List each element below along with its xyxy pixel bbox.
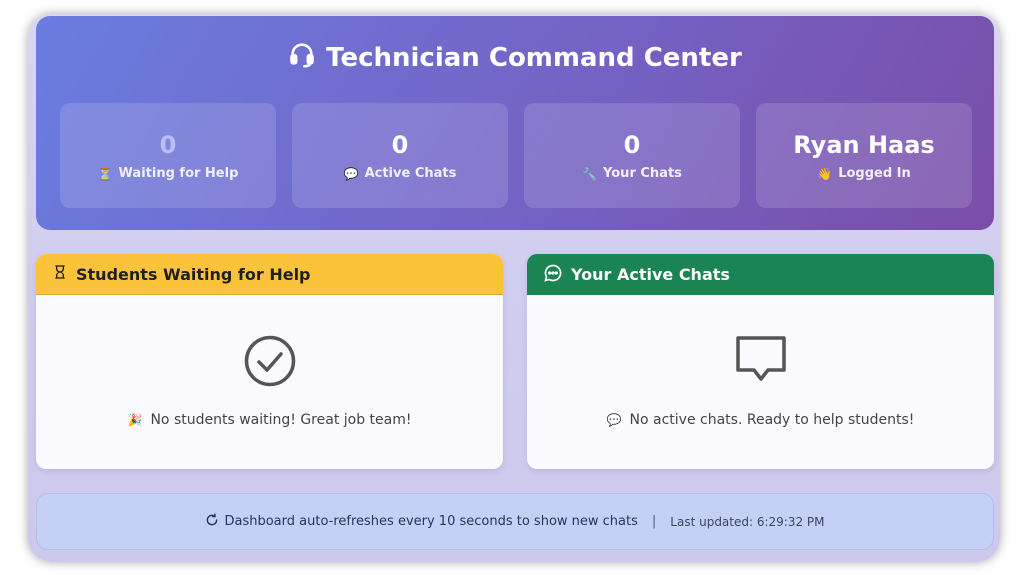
stat-card-your-chats: 0 🔧 Your Chats	[524, 103, 740, 208]
page-title: Technician Command Center	[36, 40, 994, 75]
empty-state-text: No active chats. Ready to help students!	[629, 412, 915, 428]
refresh-status-bar: Dashboard auto-refreshes every 10 second…	[36, 493, 994, 550]
waiting-students-panel: Students Waiting for Help 🎉 No students …	[36, 254, 503, 469]
stat-value: Ryan Haas	[793, 131, 935, 159]
stat-card-waiting: 0 ⏳ Waiting for Help	[60, 103, 276, 208]
hourglass-icon	[52, 264, 68, 284]
stat-label-text: Logged In	[838, 166, 911, 181]
check-circle-icon	[243, 334, 297, 392]
stat-label-text: Your Chats	[603, 166, 682, 181]
stat-card-logged-in: Ryan Haas 👋 Logged In	[756, 103, 972, 208]
stat-label: 💬 Active Chats	[344, 166, 457, 181]
stats-row: 0 ⏳ Waiting for Help 0 💬 Active Chats 0 …	[60, 103, 972, 208]
separator: |	[651, 514, 657, 529]
headset-icon	[288, 40, 316, 75]
active-chats-panel: Your Active Chats 💬 No active chats. Rea…	[527, 254, 994, 469]
empty-state-text: No students waiting! Great job team!	[150, 412, 412, 428]
speech-bubble-icon: 💬	[343, 166, 359, 181]
refresh-notice: Dashboard auto-refreshes every 10 second…	[205, 512, 638, 531]
refresh-text: Dashboard auto-refreshes every 10 second…	[224, 514, 638, 529]
waving-hand-icon: 👋	[817, 166, 833, 181]
wrench-icon: 🔧	[582, 166, 598, 181]
party-popper-icon: 🎉	[127, 413, 143, 427]
dashboard-header: Technician Command Center 0 ⏳ Waiting fo…	[36, 16, 994, 230]
empty-state-message: 💬 No active chats. Ready to help student…	[607, 412, 915, 428]
stat-label: 🔧 Your Chats	[582, 166, 682, 181]
last-updated: Last updated: 6:29:32 PM	[670, 514, 825, 529]
refresh-icon	[205, 512, 219, 531]
stat-card-active-chats: 0 💬 Active Chats	[292, 103, 508, 208]
stat-label-text: Waiting for Help	[118, 166, 239, 181]
panel-body: 🎉 No students waiting! Great job team!	[36, 295, 503, 469]
stat-label-text: Active Chats	[364, 166, 457, 181]
stat-value: 0	[623, 131, 641, 159]
stat-label: 👋 Logged In	[817, 166, 911, 181]
page-title-text: Technician Command Center	[326, 42, 742, 73]
stat-label: ⏳ Waiting for Help	[98, 166, 239, 181]
empty-state-message: 🎉 No students waiting! Great job team!	[128, 412, 412, 428]
hourglass-icon: ⏳	[97, 166, 113, 181]
panel-title: Students Waiting for Help	[76, 264, 311, 284]
speech-bubble-icon: 💬	[606, 413, 622, 427]
panel-title: Your Active Chats	[571, 265, 730, 284]
panel-header: Your Active Chats	[527, 254, 994, 295]
panel-body: 💬 No active chats. Ready to help student…	[527, 295, 994, 469]
dashboard-frame: Technician Command Center 0 ⏳ Waiting fo…	[28, 14, 1000, 562]
chat-dots-icon	[543, 263, 563, 287]
stat-value: 0	[159, 131, 177, 159]
message-square-icon	[734, 334, 788, 392]
panel-header: Students Waiting for Help	[36, 254, 503, 295]
stat-value: 0	[391, 131, 409, 159]
